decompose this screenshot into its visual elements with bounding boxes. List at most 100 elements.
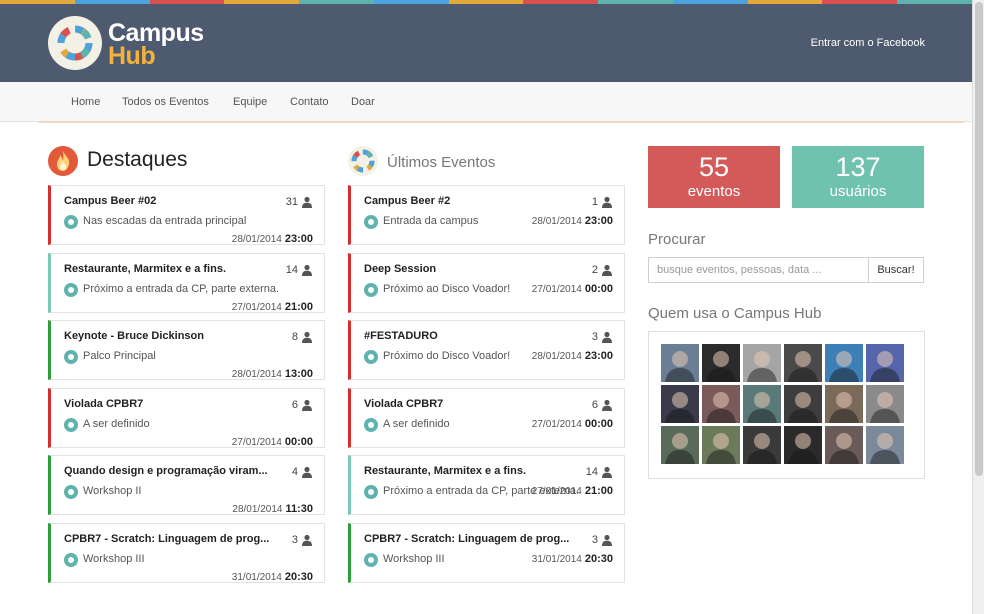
location-pin-icon [64,350,78,364]
search-button[interactable]: Buscar! [868,257,924,283]
event-date: 27/01/2014 [531,418,582,430]
event-title[interactable]: Campus Beer #02 [64,195,274,207]
event-location: Nas escadas da entrada principal [83,215,247,227]
event-card[interactable]: Campus Beer #2 1 Entrada da campus 28/01/20… [348,185,625,245]
nav-contact[interactable]: Contato [290,96,329,108]
event-datetime: 31/01/2014 20:30 [232,571,313,583]
event-date: 31/01/2014 [231,571,282,583]
user-avatar[interactable] [784,385,822,423]
event-location: A ser definido [83,417,150,430]
person-silhouette-icon [829,433,859,464]
attendee-count: 6 [291,398,298,411]
user-icon [601,195,613,208]
search-label: Procurar [648,231,706,248]
location-pin-icon [364,417,378,432]
nav-donate[interactable]: Doar [351,96,375,108]
nav-team[interactable]: Equipe [233,96,267,108]
event-title[interactable]: CPBR7 - Scratch: Linguagem de prog... [64,533,274,545]
scrollbar-thumb[interactable] [975,2,983,476]
event-time: 20:30 [584,552,613,565]
user-avatar[interactable] [702,385,740,423]
campus-hub-logo[interactable] [48,16,102,70]
event-card[interactable]: Violada CPBR7 6 A ser definido 27/01/2014 00… [348,387,625,448]
highlights-header: Destaques [48,146,318,178]
logo-ring-icon [57,25,93,61]
user-avatar[interactable] [661,344,699,382]
person-silhouette-icon [747,392,777,423]
person-silhouette-icon [788,433,818,464]
user-avatar[interactable] [743,344,781,382]
event-title[interactable]: Violada CPBR7 [364,398,574,410]
nav-all-events[interactable]: Todos os Eventos [122,96,209,108]
users-count-box: 137 usuários [792,146,924,208]
attendee-count: 3 [291,533,298,546]
user-avatar[interactable] [825,344,863,382]
attendee-count: 14 [285,263,298,276]
event-datetime: 28/01/2014 11:30 [232,503,313,515]
location-pin-icon [64,282,78,297]
event-time: 23:00 [584,215,613,227]
campus-hub-ring-icon [348,146,378,176]
event-title[interactable]: Keynote - Bruce Dickinson [64,330,274,342]
event-title[interactable]: Quando design e programação viram... [64,465,274,477]
user-avatar[interactable] [743,385,781,423]
event-card[interactable]: #FESTADURO 3 Próximo do Disco Voador! 28/01… [348,320,625,380]
event-date: 31/01/2014 [531,553,582,565]
event-title[interactable]: Violada CPBR7 [64,398,274,410]
event-title[interactable]: Campus Beer #2 [364,195,574,207]
attendee-count: 1 [591,196,598,208]
user-avatar[interactable] [702,344,740,382]
nav-home[interactable]: Home [71,96,100,108]
user-avatar[interactable] [661,426,699,464]
event-title[interactable]: Restaurante, Marmitex e a fins. [364,465,574,477]
search-input[interactable] [648,257,868,283]
event-card[interactable]: CPBR7 - Scratch: Linguagem de prog... 3 Wo… [48,522,325,583]
event-datetime: 27/01/2014 00:00 [532,418,613,430]
event-location: Próximo do Disco Voador! [383,350,511,362]
event-time: 13:00 [284,368,313,380]
location-pin-icon [364,350,378,364]
user-avatar[interactable] [784,344,822,382]
person-silhouette-icon [788,392,818,423]
event-location: Entrada da campus [383,215,479,227]
event-card[interactable]: Violada CPBR7 6 A ser definido 27/01/2014 00… [48,387,325,448]
event-location: Palco Principal [83,350,156,362]
user-icon [301,263,313,276]
event-title[interactable]: #FESTADURO [364,330,574,342]
person-silhouette-icon [870,392,900,423]
user-avatar[interactable] [866,385,904,423]
event-location: Próximo a entrada da CP, parte externa. [83,282,280,295]
event-date: 28/01/2014 [531,216,582,227]
user-avatar[interactable] [743,426,781,464]
user-avatar[interactable] [825,426,863,464]
event-card[interactable]: Restaurante, Marmitex e a fins. 14 Próximo… [348,455,625,515]
user-icon [301,398,313,411]
user-avatar[interactable] [866,426,904,464]
user-avatar[interactable] [866,344,904,382]
users-label: usuários [829,183,887,200]
event-card[interactable]: Restaurante, Marmitex e a fins. 14 Próximo… [48,252,325,313]
event-title[interactable]: Restaurante, Marmitex e a fins. [64,263,274,275]
facebook-login-link[interactable]: Entrar com o Facebook [811,37,925,49]
event-card[interactable]: Campus Beer #02 31 Nas escadas da entrada … [48,185,325,245]
user-icon [601,465,613,478]
event-title[interactable]: CPBR7 - Scratch: Linguagem de prog... [364,533,574,545]
attendee-count: 4 [291,466,298,478]
event-datetime: 28/01/2014 23:00 [532,215,613,227]
event-title[interactable]: Deep Session [364,263,574,275]
page-scrollbar[interactable] [972,0,984,614]
person-silhouette-icon [747,433,777,464]
event-time: 11:30 [285,503,313,515]
user-avatar[interactable] [825,385,863,423]
user-avatar[interactable] [702,426,740,464]
user-avatar[interactable] [661,385,699,423]
location-pin-icon [64,552,78,567]
event-card[interactable]: CPBR7 - Scratch: Linguagem de prog... 3 Wo… [348,522,625,583]
user-avatar[interactable] [784,426,822,464]
event-card[interactable]: Quando design e programação viram... 4 Wor… [48,455,325,515]
location-pin-icon [364,282,378,297]
attendee-count: 3 [591,533,598,546]
event-card[interactable]: Deep Session 2 Próximo ao Disco Voador! 27/… [348,252,625,313]
event-card[interactable]: Keynote - Bruce Dickinson 8 Palco Principa… [48,320,325,380]
user-icon [601,263,613,276]
